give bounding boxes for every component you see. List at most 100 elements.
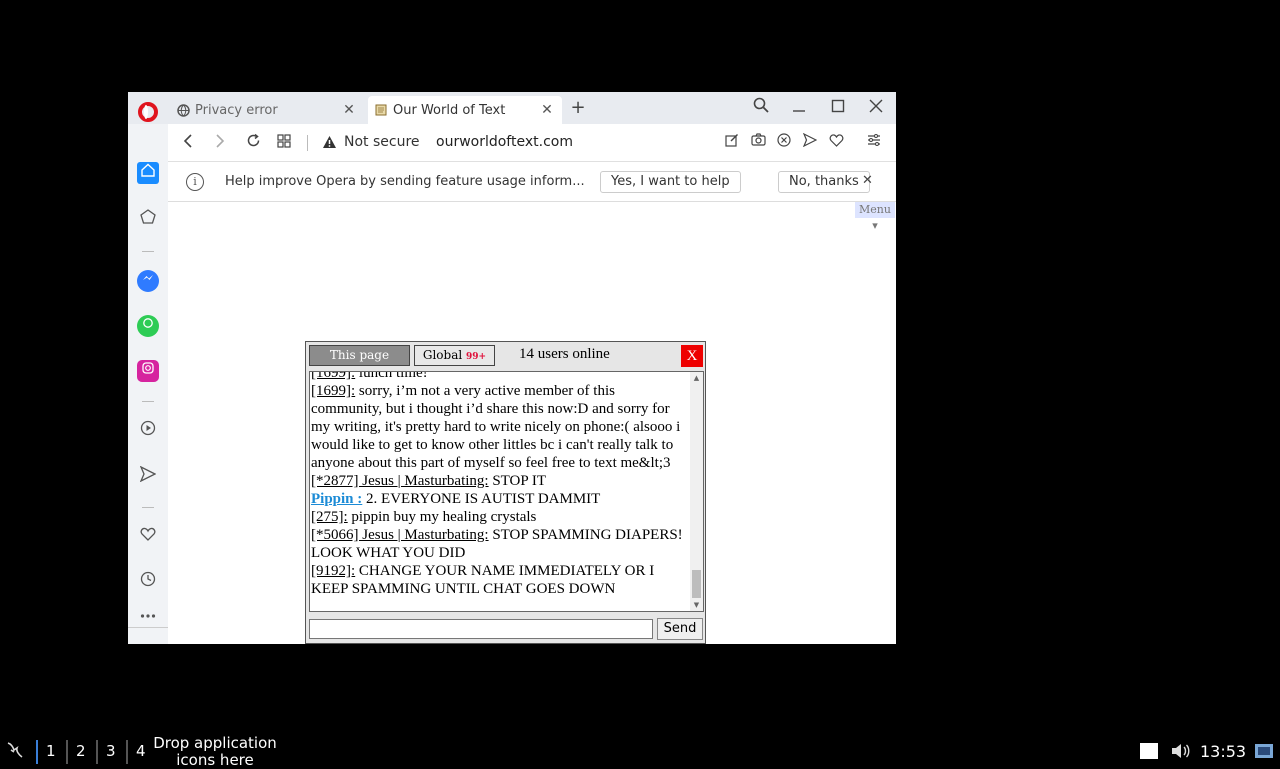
clock: 13:53 xyxy=(1200,742,1247,761)
chat-widget: This page Global 99+ 14 users online X [… xyxy=(305,341,706,644)
infobar-message: Help improve Opera by sending feature us… xyxy=(225,174,585,189)
chat-username[interactable]: [*2877] Jesus | Masturbating: xyxy=(311,473,489,489)
page-menu-label: Menu xyxy=(859,203,891,216)
easy-setup-icon[interactable] xyxy=(864,133,884,153)
history-clock-icon[interactable] xyxy=(137,571,159,593)
chat-send-button[interactable]: Send xyxy=(657,618,703,640)
chat-message-list[interactable]: [1699]: lunch time! [1699]: sorry, i’m no… xyxy=(309,371,704,612)
tab-bar: Privacy error ✕ Our World of Text ✕ + xyxy=(128,92,896,124)
bookmarks-icon[interactable] xyxy=(137,209,159,231)
maximize-button[interactable] xyxy=(826,96,850,120)
chat-message-text: pippin buy my healing crystals xyxy=(347,509,537,525)
warning-icon[interactable] xyxy=(322,135,337,153)
chat-message: [1699]: lunch time! xyxy=(311,371,689,382)
scroll-up-arrow-icon[interactable]: ▲ xyxy=(690,372,703,384)
flow-send-icon[interactable] xyxy=(137,465,159,488)
tab-overview-icon[interactable] xyxy=(273,132,295,154)
chat-tab-global-label: Global xyxy=(422,348,463,362)
favorites-heart-icon[interactable] xyxy=(137,526,159,548)
workspace-4[interactable]: 4 xyxy=(126,740,146,764)
edit-icon[interactable] xyxy=(722,133,742,153)
page-content: Menu ▾ This page Global 99+ 14 users onl… xyxy=(168,202,896,644)
tab-title: Privacy error xyxy=(195,102,278,118)
volume-icon[interactable] xyxy=(1170,742,1192,764)
sidebar xyxy=(128,124,168,644)
network-icon[interactable] xyxy=(1254,742,1274,764)
chat-username[interactable]: [1699]: xyxy=(311,372,355,381)
chat-username[interactable]: [275]: xyxy=(311,509,348,525)
page-menu-button[interactable]: Menu ▾ xyxy=(855,202,895,232)
chat-message-text: lunch time! xyxy=(355,371,428,381)
camera-icon[interactable] xyxy=(748,133,768,153)
heart-icon[interactable] xyxy=(826,133,846,153)
chat-message: Pippin : 2. EVERYONE IS AUTIST DAMMIT xyxy=(311,490,689,508)
scroll-thumb[interactable] xyxy=(692,570,701,598)
chat-username[interactable]: Pippin : xyxy=(311,491,362,507)
yes-help-button[interactable]: Yes, I want to help xyxy=(600,171,741,193)
sidebar-divider xyxy=(142,251,154,252)
chat-username[interactable]: [*5066] Jesus | Masturbating: xyxy=(311,527,489,543)
info-icon: i xyxy=(186,173,204,191)
sidebar-divider xyxy=(142,507,154,508)
chat-message: [9192]: CHANGE YOUR NAME IMMEDIATELY OR … xyxy=(311,562,689,598)
instagram-icon[interactable] xyxy=(137,360,159,382)
chat-message-text: STOP IT xyxy=(488,473,547,489)
taskbar: 1 2 3 4 Drop application icons here 13:5… xyxy=(0,734,1280,769)
chat-message-text: 2. EVERYONE IS AUTIST DAMMIT xyxy=(362,491,601,507)
more-icon[interactable] xyxy=(137,604,159,626)
send-icon[interactable] xyxy=(800,132,820,153)
chat-tab-global[interactable]: Global 99+ xyxy=(414,345,495,366)
close-window-button[interactable] xyxy=(864,96,888,120)
users-online-count: 14 users online xyxy=(519,346,610,362)
opera-logo-icon[interactable] xyxy=(138,102,158,122)
tab-close-icon[interactable]: ✕ xyxy=(538,102,556,118)
globe-icon xyxy=(176,103,190,117)
tab-title: Our World of Text xyxy=(393,102,506,118)
chat-tab-this-page[interactable]: This page xyxy=(309,345,410,366)
feature-usage-infobar: i Help improve Opera by sending feature … xyxy=(168,162,896,202)
forward-button[interactable] xyxy=(209,132,231,154)
clipboard-icon[interactable] xyxy=(1139,742,1159,764)
sidebar-divider xyxy=(128,627,168,628)
security-label[interactable]: Not secure xyxy=(344,134,420,150)
whatsapp-icon[interactable] xyxy=(137,315,159,337)
chat-message: [275]: pippin buy my healing crystals xyxy=(311,508,689,526)
chat-scrollbar[interactable]: ▲ ▼ xyxy=(690,372,703,611)
back-button[interactable] xyxy=(177,132,199,154)
adblock-icon[interactable] xyxy=(774,133,794,153)
url-field[interactable]: ourworldoftext.com xyxy=(436,134,573,150)
tab-our-world-of-text[interactable]: Our World of Text ✕ xyxy=(368,96,562,124)
chat-message: [*2877] Jesus | Masturbating: STOP IT xyxy=(311,472,689,490)
chat-message: [*5066] Jesus | Masturbating: STOP SPAMM… xyxy=(311,526,689,562)
sidebar-divider xyxy=(142,401,154,402)
player-icon[interactable] xyxy=(137,420,159,442)
scroll-favicon-icon xyxy=(374,103,388,117)
launcher-drop-hint: Drop application icons here xyxy=(153,734,277,769)
tab-privacy-error[interactable]: Privacy error ✕ xyxy=(170,96,364,124)
chat-username[interactable]: [1699]: xyxy=(311,383,355,399)
global-unread-badge: 99+ xyxy=(466,352,487,362)
search-tabs-icon[interactable] xyxy=(749,96,773,120)
home-icon[interactable] xyxy=(137,162,159,184)
new-tab-button[interactable]: + xyxy=(568,96,588,120)
chat-message-text: sorry, i’m not a very active member of t… xyxy=(311,383,681,471)
no-thanks-button[interactable]: No, thanks xyxy=(778,171,870,193)
chat-message-input[interactable] xyxy=(309,619,653,639)
divider xyxy=(307,135,308,151)
chat-close-button[interactable]: X xyxy=(681,345,703,367)
reload-button[interactable] xyxy=(242,132,264,154)
chat-message: [1699]: sorry, i’m not a very active mem… xyxy=(311,382,689,472)
workspace-2[interactable]: 2 xyxy=(66,740,86,764)
infobar-close-icon[interactable]: ✕ xyxy=(862,173,873,188)
tab-close-icon[interactable]: ✕ xyxy=(340,102,358,118)
workspace-3[interactable]: 3 xyxy=(96,740,116,764)
chat-messages: [1699]: lunch time! [1699]: sorry, i’m no… xyxy=(311,371,689,598)
workspace-1[interactable]: 1 xyxy=(36,740,56,764)
start-menu-icon[interactable] xyxy=(4,740,26,762)
address-bar: Not secure ourworldoftext.com xyxy=(168,124,896,162)
scroll-down-arrow-icon[interactable]: ▼ xyxy=(690,599,703,611)
browser-window: Privacy error ✕ Our World of Text ✕ + No… xyxy=(128,92,896,644)
minimize-button[interactable] xyxy=(787,96,811,120)
messenger-icon[interactable] xyxy=(137,270,159,292)
chat-username[interactable]: [9192]: xyxy=(311,563,355,579)
